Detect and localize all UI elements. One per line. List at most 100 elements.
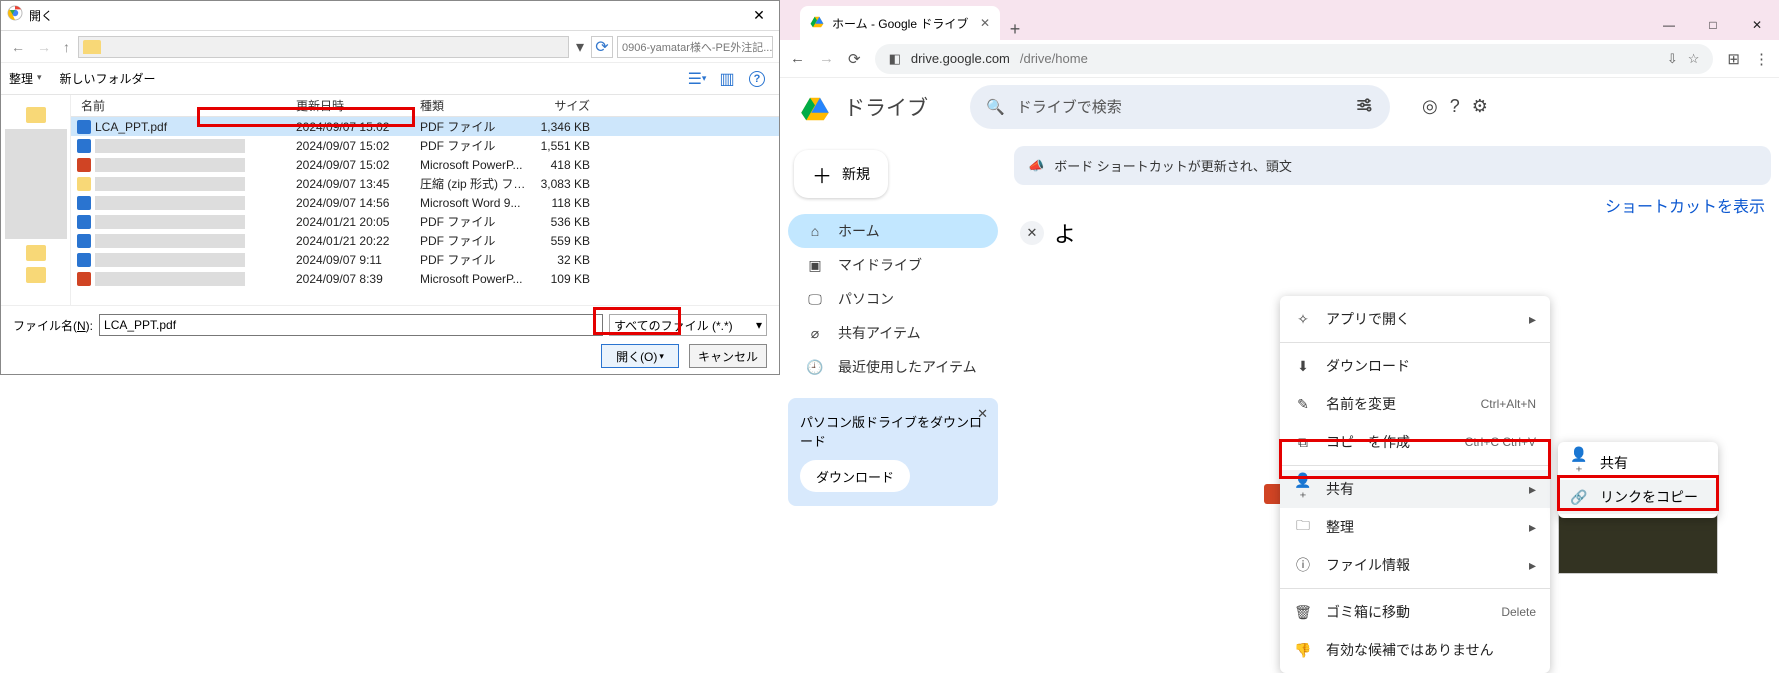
sidebar-icon: ⌀ (806, 325, 824, 342)
sidebar-icon: 🕘 (806, 359, 824, 376)
help-button[interactable]: ? (743, 68, 771, 90)
search-box[interactable]: 0906-yamatar様へ-PE外注記... (617, 36, 773, 58)
drive-logo-icon (798, 94, 828, 120)
up-button[interactable]: ↑ (59, 39, 74, 55)
site-info-icon[interactable]: ◧ (889, 51, 901, 67)
column-headers[interactable]: 名前 更新日時 種類 サイズ (71, 95, 779, 117)
open-button[interactable]: 開く(O)▾ (601, 344, 679, 368)
shortcut-link[interactable]: ショートカットを表示 (1605, 199, 1765, 216)
sub-copy-link[interactable]: 🔗リンクをコピー (1558, 480, 1718, 514)
sub-share[interactable]: 👤⁺共有 (1558, 446, 1718, 480)
new-folder-button[interactable]: 新しいフォルダー (60, 70, 156, 87)
file-row[interactable]: 2024/09/07 13:45 圧縮 (zip 形式) フォ... 3,083… (71, 174, 779, 193)
redacted-name (95, 253, 245, 267)
settings-icon[interactable]: ⚙ (1472, 96, 1488, 117)
path-dropdown[interactable]: ▾ (573, 37, 587, 57)
support-icon[interactable]: ? (1450, 96, 1460, 117)
ctx-rename[interactable]: ✎名前を変更Ctrl+Alt+N (1280, 385, 1550, 423)
extensions-icon[interactable]: ⊞ (1727, 50, 1740, 68)
sidebar-item[interactable]: 🕘最近使用したアイテム (788, 350, 998, 384)
minimize-button[interactable]: — (1647, 10, 1691, 40)
file-row[interactable]: 2024/01/21 20:05 PDF ファイル 536 KB (71, 212, 779, 231)
close-button[interactable]: ✕ (739, 7, 779, 24)
folder-icon: 🗀 (1294, 515, 1312, 539)
refresh-button[interactable]: ⟳ (591, 36, 613, 58)
maximize-button[interactable]: □ (1691, 10, 1735, 40)
file-date: 2024/09/07 8:39 (296, 272, 420, 286)
file-row[interactable]: 2024/09/07 15:02 PDF ファイル 1,551 KB (71, 136, 779, 155)
close-window-button[interactable]: ✕ (1735, 10, 1779, 40)
col-date[interactable]: 更新日時 (296, 97, 420, 114)
bookmark-icon[interactable]: ☆ (1688, 51, 1700, 67)
promo-text: パソコン版ドライブをダウンロード (800, 412, 986, 450)
organize-menu[interactable]: 整理 (9, 70, 33, 87)
file-type: PDF ファイル (420, 137, 526, 154)
browser-tab[interactable]: ホーム - Google ドライブ ✕ (800, 6, 1000, 40)
file-size: 118 KB (526, 196, 600, 210)
col-size[interactable]: サイズ (526, 97, 600, 114)
file-row[interactable]: 2024/09/07 8:39 Microsoft PowerP... 109 … (71, 269, 779, 288)
thumbs-down-icon: 👎 (1294, 642, 1312, 659)
ctx-make-copy[interactable]: ⧉コピーを作成Ctrl+C Ctrl+V (1280, 423, 1550, 461)
tab-close-icon[interactable]: ✕ (980, 16, 990, 30)
folder-icon (83, 40, 101, 54)
menu-icon[interactable]: ⋮ (1754, 50, 1769, 68)
info-text: ボード ショートカットが更新され、頭文 (1054, 156, 1757, 175)
ctx-no-suggest[interactable]: 👎有効な候補ではありません (1280, 631, 1550, 669)
search-options-icon[interactable] (1354, 95, 1374, 119)
file-row[interactable]: 2024/09/07 14:56 Microsoft Word 9... 118… (71, 193, 779, 212)
open-with-icon: ✧ (1294, 311, 1312, 328)
new-button[interactable]: ＋新規 (794, 150, 888, 198)
drive-search[interactable]: 🔍 ドライブで検索 (970, 85, 1390, 129)
folder-icon (26, 107, 46, 123)
ctx-share[interactable]: 👤⁺共有▸ (1280, 470, 1550, 508)
sidebar-item[interactable]: ⌂ホーム (788, 214, 998, 248)
cancel-button[interactable]: キャンセル (689, 344, 767, 368)
sidebar-item[interactable]: ▣マイドライブ (788, 248, 998, 282)
col-name[interactable]: 名前 (71, 97, 296, 114)
preview-pane-button[interactable]: ▥ (713, 68, 741, 90)
ctx-download[interactable]: ⬇ダウンロード (1280, 347, 1550, 385)
new-tab-button[interactable]: + (1000, 19, 1030, 40)
file-type-icon (77, 139, 91, 153)
back-icon[interactable]: ← (790, 50, 805, 67)
file-row[interactable]: 2024/09/07 15:02 Microsoft PowerP... 418… (71, 155, 779, 174)
redacted-block (5, 129, 67, 239)
ctx-trash[interactable]: 🗑ゴミ箱に移動Delete (1280, 593, 1550, 631)
file-type-icon (77, 272, 91, 286)
info-bar: 📣 ボード ショートカットが更新され、頭文 (1014, 146, 1771, 185)
filetype-dropdown[interactable]: すべてのファイル (*.*)▾ (609, 314, 767, 336)
reload-icon[interactable]: ⟳ (848, 50, 861, 68)
col-type[interactable]: 種類 (420, 97, 526, 114)
file-type-icon (77, 158, 91, 172)
address-bar-row: ← → ⟳ ◧ drive.google.com/drive/home ⇩ ☆ … (780, 40, 1779, 78)
path-bar[interactable] (78, 36, 569, 58)
forward-icon[interactable]: → (819, 50, 834, 67)
ctx-file-info[interactable]: ⓘファイル情報▸ (1280, 546, 1550, 584)
file-size: 418 KB (526, 158, 600, 172)
open-dialog: 開く ✕ ← → ↑ ▾ ⟳ 0906-yamatar様へ-PE外注記... 整… (0, 0, 780, 375)
install-icon[interactable]: ⇩ (1667, 51, 1678, 67)
forward-button[interactable]: → (33, 39, 55, 55)
sidebar-item[interactable]: 🖵パソコン (788, 282, 998, 316)
back-button[interactable]: ← (7, 39, 29, 55)
view-button[interactable]: ☰ ▾ (683, 68, 711, 90)
sidebar-item[interactable]: ⌀共有アイテム (788, 316, 998, 350)
ctx-open-with[interactable]: ✧アプリで開く▸ (1280, 300, 1550, 338)
dismiss-icon[interactable]: ✕ (1020, 221, 1044, 245)
folder-tree[interactable] (1, 95, 71, 305)
file-date: 2024/09/07 15:02 (296, 139, 420, 153)
filename-input[interactable] (99, 314, 603, 336)
ctx-organize[interactable]: 🗀整理▸ (1280, 508, 1550, 546)
file-type: PDF ファイル (420, 251, 526, 268)
browser-window: ホーム - Google ドライブ ✕ + — □ ✕ ← → ⟳ ◧ driv… (780, 0, 1779, 566)
filename-label: ファイル名(N): (13, 317, 93, 334)
folder-icon (26, 267, 46, 283)
file-row[interactable]: 2024/09/07 9:11 PDF ファイル 32 KB (71, 250, 779, 269)
promo-close-icon[interactable]: ✕ (977, 406, 988, 422)
ready-offline-icon[interactable]: ◎ (1422, 96, 1438, 117)
file-row[interactable]: LCA_PPT.pdf 2024/09/07 15:02 PDF ファイル 1,… (71, 117, 779, 136)
promo-download-button[interactable]: ダウンロード (800, 460, 910, 492)
file-row[interactable]: 2024/01/21 20:22 PDF ファイル 559 KB (71, 231, 779, 250)
omnibox[interactable]: ◧ drive.google.com/drive/home ⇩ ☆ (875, 44, 1714, 74)
